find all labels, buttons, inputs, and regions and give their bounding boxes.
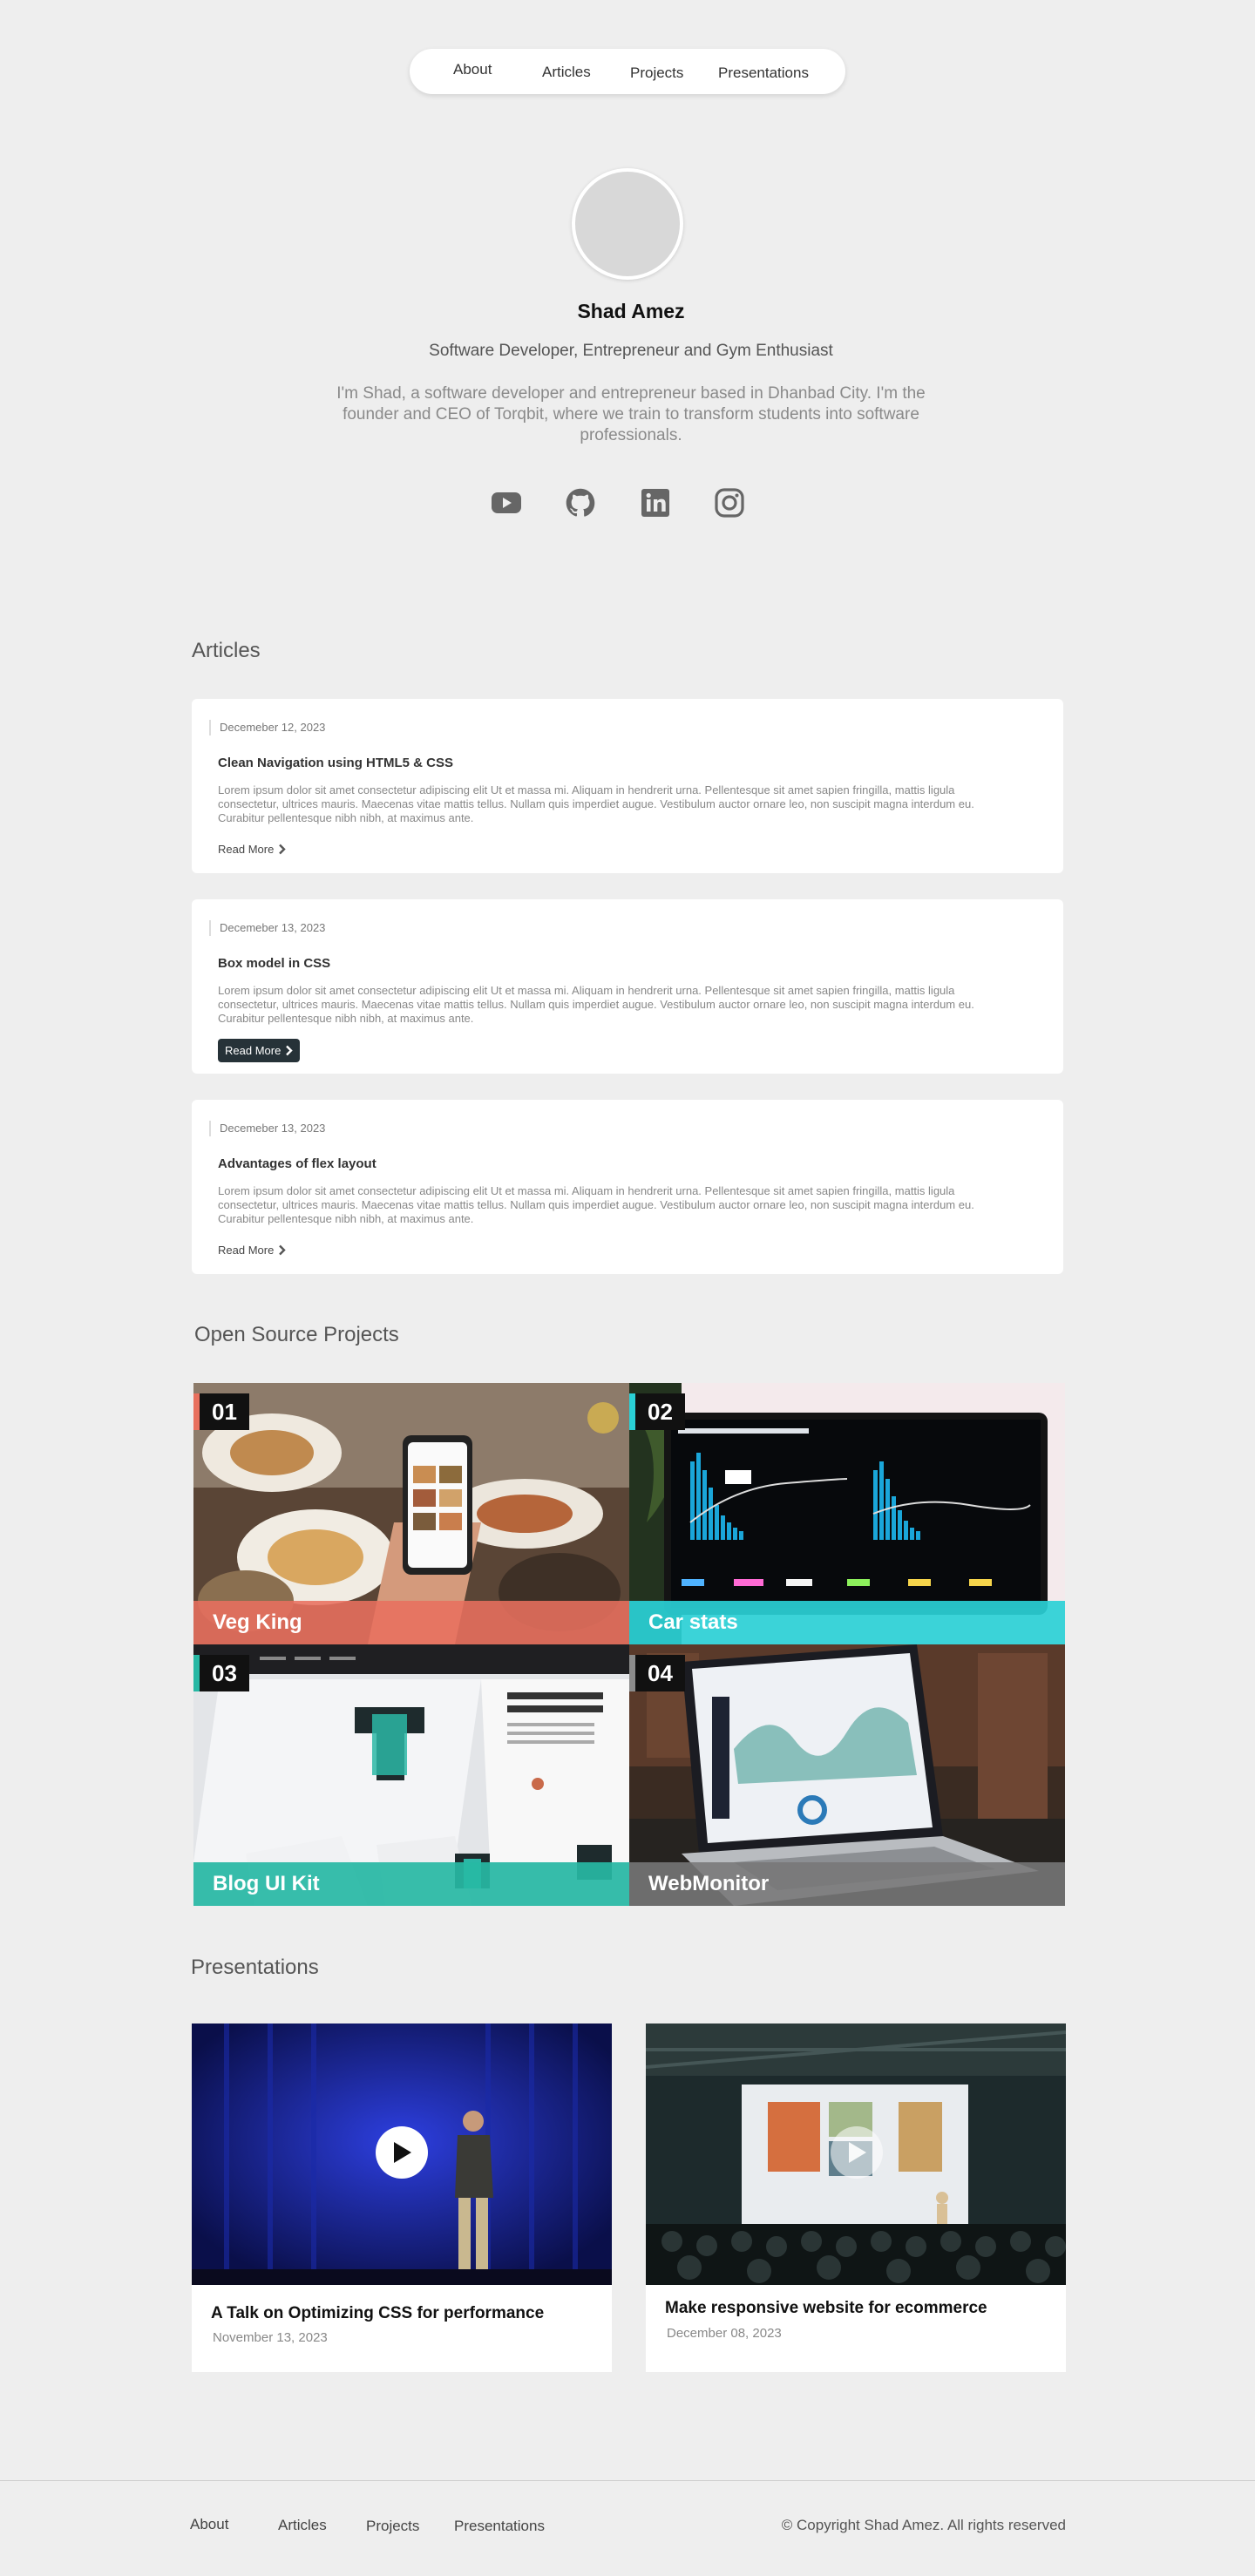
presentation-thumbnail	[646, 2024, 1066, 2285]
footer-link-projects[interactable]: Projects	[366, 2518, 419, 2535]
read-more-label: Read More	[218, 843, 275, 856]
project-name: Blog UI Kit	[193, 1862, 629, 1906]
read-more-button[interactable]: Read More	[218, 1039, 301, 1062]
project-card-car-stats[interactable]: 02 Car stats	[629, 1383, 1065, 1644]
nav-presentations[interactable]: Presentations	[718, 51, 809, 96]
presentation-thumbnail	[192, 2024, 612, 2285]
article-title[interactable]: Box model in CSS	[218, 956, 330, 971]
project-name: Veg King	[193, 1601, 629, 1644]
read-more-link[interactable]: Read More	[218, 1244, 287, 1257]
project-card-blog-ui-kit[interactable]: 03 Blog UI Kit	[193, 1644, 629, 1906]
social-links	[0, 485, 1255, 520]
presentation-date: November 13, 2023	[213, 2330, 328, 2345]
presentations-heading: Presentations	[191, 1956, 319, 1979]
play-button[interactable]	[831, 2126, 883, 2179]
projects-heading: Open Source Projects	[194, 1323, 399, 1346]
presentation-title: Make responsive website for ecommerce	[665, 2299, 987, 2317]
avatar	[572, 168, 683, 280]
read-more-label: Read More	[218, 1244, 275, 1257]
project-name: Car stats	[629, 1601, 1065, 1644]
article-title[interactable]: Clean Navigation using HTML5 & CSS	[218, 756, 453, 770]
chevron-right-icon	[286, 1045, 294, 1056]
project-number: 01	[193, 1393, 249, 1430]
profile-name: Shad Amez	[577, 300, 685, 322]
presentation-card[interactable]: Make responsive website for ecommerce De…	[646, 2024, 1066, 2372]
top-nav: About Articles Projects Presentations	[410, 49, 845, 94]
project-card-webmonitor[interactable]: 04 WebMonitor	[629, 1644, 1065, 1906]
profile-tagline: Software Developer, Entrepreneur and Gym…	[429, 342, 833, 360]
articles-heading: Articles	[192, 639, 261, 662]
nav-about[interactable]: About	[453, 47, 492, 92]
read-more-label: Read More	[225, 1044, 282, 1057]
project-number: 03	[193, 1655, 249, 1691]
presentation-card[interactable]: A Talk on Optimizing CSS for performance…	[192, 2024, 612, 2372]
instagram-icon[interactable]	[712, 485, 747, 520]
linkedin-icon[interactable]	[638, 485, 673, 520]
footer-link-presentations[interactable]: Presentations	[454, 2518, 545, 2535]
article-card: Decemeber 13, 2023 Advantages of flex la…	[192, 1100, 1063, 1274]
play-button[interactable]	[376, 2126, 428, 2179]
project-number: 04	[629, 1655, 685, 1691]
project-name: WebMonitor	[629, 1862, 1065, 1906]
presentation-date: December 08, 2023	[667, 2326, 782, 2341]
article-card: Decemeber 12, 2023 Clean Navigation usin…	[192, 699, 1063, 873]
nav-projects[interactable]: Projects	[630, 51, 683, 96]
play-icon	[849, 2142, 866, 2163]
github-icon[interactable]	[563, 485, 598, 520]
presentation-title: A Talk on Optimizing CSS for performance	[211, 2304, 545, 2322]
chevron-right-icon	[279, 844, 287, 855]
footer-link-about[interactable]: About	[190, 2516, 228, 2533]
footer-link-articles[interactable]: Articles	[278, 2517, 327, 2534]
article-date: Decemeber 13, 2023	[209, 1121, 325, 1136]
article-excerpt: Lorem ipsum dolor sit amet consectetur a…	[218, 1184, 974, 1225]
nav-articles[interactable]: Articles	[542, 50, 591, 95]
profile-bio: I'm Shad, a software developer and entre…	[336, 384, 926, 444]
article-excerpt: Lorem ipsum dolor sit amet consectetur a…	[218, 984, 974, 1025]
article-card: Decemeber 13, 2023 Box model in CSS Lore…	[192, 899, 1063, 1074]
copyright-text: © Copyright Shad Amez. All rights reserv…	[781, 2517, 1066, 2533]
article-title[interactable]: Advantages of flex layout	[218, 1156, 376, 1171]
read-more-link[interactable]: Read More	[218, 843, 287, 856]
chevron-right-icon	[279, 1244, 287, 1256]
article-date: Decemeber 12, 2023	[209, 720, 325, 736]
article-date: Decemeber 13, 2023	[209, 920, 325, 936]
youtube-icon[interactable]	[489, 485, 524, 520]
play-icon	[394, 2142, 411, 2163]
article-excerpt: Lorem ipsum dolor sit amet consectetur a…	[218, 783, 974, 824]
footer-divider	[0, 2480, 1255, 2481]
project-number: 02	[629, 1393, 685, 1430]
project-card-veg-king[interactable]: 01 Veg King	[193, 1383, 629, 1644]
